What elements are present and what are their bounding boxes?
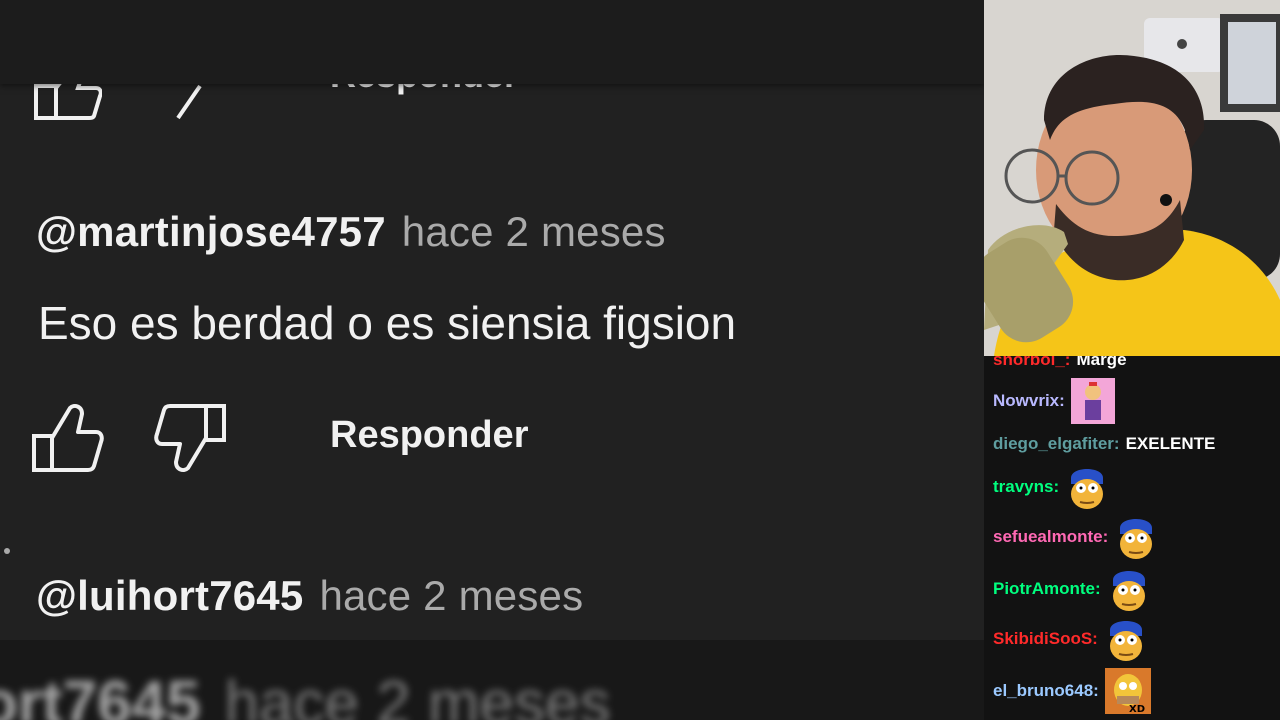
pink-character-emote xyxy=(1070,378,1115,424)
chat-message: PiotrAmonte: xyxy=(993,566,1151,612)
blurred-author: ort7645 xyxy=(0,669,201,720)
dislike-button[interactable] xyxy=(154,402,228,474)
chat-text: EXELENTE xyxy=(1125,434,1216,453)
comment-time-2[interactable]: hace 2 meses xyxy=(319,572,583,619)
comment-author[interactable]: @martinjose4757 xyxy=(36,208,386,255)
emote-label: XD xyxy=(1129,704,1145,714)
thumbs-down-icon xyxy=(154,404,226,472)
thumbs-up-icon xyxy=(32,404,104,472)
marge-face-emote xyxy=(1107,566,1151,612)
webcam-feed xyxy=(984,0,1280,356)
chat-message: snorbol_: Marge xyxy=(993,356,1127,370)
streamer-image xyxy=(984,0,1280,356)
chat-username[interactable]: el_bruno648: xyxy=(993,681,1099,701)
comment-actions: Responder xyxy=(0,400,700,476)
reply-button[interactable]: Responder xyxy=(330,414,528,457)
chat-message: sefuealmonte: xyxy=(993,514,1158,560)
chat-username[interactable]: Nowvrix: xyxy=(993,391,1065,411)
homer-xd-emote: XD xyxy=(1104,668,1151,715)
chat-username[interactable]: SkibidiSooS: xyxy=(993,629,1098,649)
comment-author-row: @martinjose4757 hace 2 meses xyxy=(36,208,666,256)
chat-message: SkibidiSooS: xyxy=(993,616,1148,662)
scroll-marker xyxy=(4,548,10,554)
chat-username[interactable]: travyns: xyxy=(993,477,1059,497)
comment-time[interactable]: hace 2 meses xyxy=(402,208,666,255)
chat-panel: snorbol_: Marge Nowvrix: diego_elgafiter… xyxy=(984,356,1280,720)
comment-author-2[interactable]: @luihort7645 xyxy=(36,572,303,619)
chat-text: Marge xyxy=(1076,356,1127,369)
chat-username[interactable]: snorbol_: xyxy=(993,356,1070,370)
chat-message: Nowvrix: xyxy=(993,378,1115,424)
blurred-comment-header: ort7645 hace 2 meses xyxy=(0,668,611,720)
chat-message: travyns: xyxy=(993,464,1109,510)
chat-message: diego_elgafiter: EXELENTE xyxy=(993,434,1215,454)
chat-username[interactable]: diego_elgafiter: xyxy=(993,434,1120,454)
chat-username[interactable]: sefuealmonte: xyxy=(993,527,1108,547)
comment-author-row-2: @luihort7645 hace 2 meses xyxy=(36,572,583,620)
chat-username[interactable]: PiotrAmonte: xyxy=(993,579,1101,599)
like-button[interactable] xyxy=(30,402,104,474)
marge-face-emote xyxy=(1104,616,1148,662)
top-bar xyxy=(0,0,984,84)
chat-message: el_bruno648: XD xyxy=(993,668,1151,715)
comment-text: Eso es berdad o es siensia figsion xyxy=(38,297,737,349)
blurred-time: hace 2 meses xyxy=(224,669,611,720)
marge-face-emote xyxy=(1065,464,1109,510)
marge-face-emote xyxy=(1114,514,1158,560)
comments-panel: Responder @martinjose4757 hace 2 meses Es… xyxy=(0,0,984,720)
